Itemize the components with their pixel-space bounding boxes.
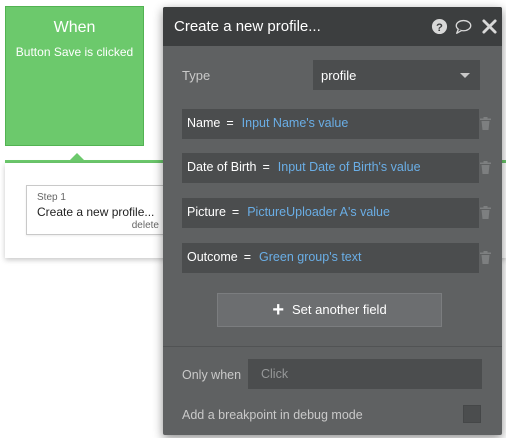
field-value[interactable]: Green group's text xyxy=(259,250,361,264)
only-when-input[interactable]: Click xyxy=(248,359,482,389)
field-value[interactable]: Input Name's value xyxy=(242,116,349,130)
only-when-label: Only when xyxy=(182,368,242,382)
field-row-outcome[interactable]: Outcome = Green group's text xyxy=(182,243,479,273)
event-when-label: When xyxy=(53,19,96,36)
field-row-name[interactable]: Name = Input Name's value xyxy=(182,109,479,139)
divider xyxy=(163,346,502,347)
step-delete-link[interactable]: delete xyxy=(132,220,159,231)
trash-icon[interactable] xyxy=(478,205,493,220)
panel-header: Create a new profile... ? xyxy=(163,7,502,46)
field-equals: = xyxy=(226,116,234,130)
step-card[interactable]: Step 1 Create a new profile... delete xyxy=(26,185,166,235)
help-icon[interactable]: ? xyxy=(431,18,448,35)
field-name: Picture xyxy=(187,205,226,219)
close-icon[interactable] xyxy=(481,18,498,35)
field-equals: = xyxy=(243,250,252,264)
trash-icon[interactable] xyxy=(478,116,493,131)
svg-text:?: ? xyxy=(436,22,443,34)
set-another-field-label: Set another field xyxy=(292,302,387,317)
chevron-down-icon xyxy=(460,73,470,78)
field-equals: = xyxy=(231,205,240,219)
panel-title: Create a new profile... xyxy=(174,18,321,35)
type-selected-value: profile xyxy=(321,68,357,83)
step-name: Create a new profile... xyxy=(37,205,155,219)
trash-icon[interactable] xyxy=(478,250,493,265)
field-name: Name xyxy=(187,116,221,130)
type-dropdown[interactable]: profile xyxy=(313,60,480,90)
field-value[interactable]: PictureUploader A's value xyxy=(247,205,390,219)
plus-icon: + xyxy=(272,299,284,321)
field-row-date-of-birth[interactable]: Date of Birth = Input Date of Birth's valu… xyxy=(182,153,479,183)
breakpoint-checkbox[interactable] xyxy=(463,405,481,423)
field-name: Date of Birth xyxy=(187,160,257,174)
comment-icon[interactable] xyxy=(455,18,472,35)
event-card[interactable]: When Button Save is clicked xyxy=(5,6,144,146)
field-name: Outcome xyxy=(187,250,238,264)
field-value[interactable]: Input Date of Birth's value xyxy=(278,160,421,174)
property-editor-panel: Create a new profile... ? Type profile N… xyxy=(163,7,502,435)
field-equals: = xyxy=(262,160,270,174)
set-another-field-button[interactable]: + Set another field xyxy=(217,293,442,327)
step-number: Step 1 xyxy=(37,192,66,203)
type-label: Type xyxy=(182,68,211,83)
trash-icon[interactable] xyxy=(478,160,493,175)
event-description: Button Save is clicked xyxy=(15,45,134,59)
field-row-picture[interactable]: Picture = PictureUploader A's value xyxy=(182,198,479,228)
breakpoint-label: Add a breakpoint in debug mode xyxy=(182,408,363,422)
